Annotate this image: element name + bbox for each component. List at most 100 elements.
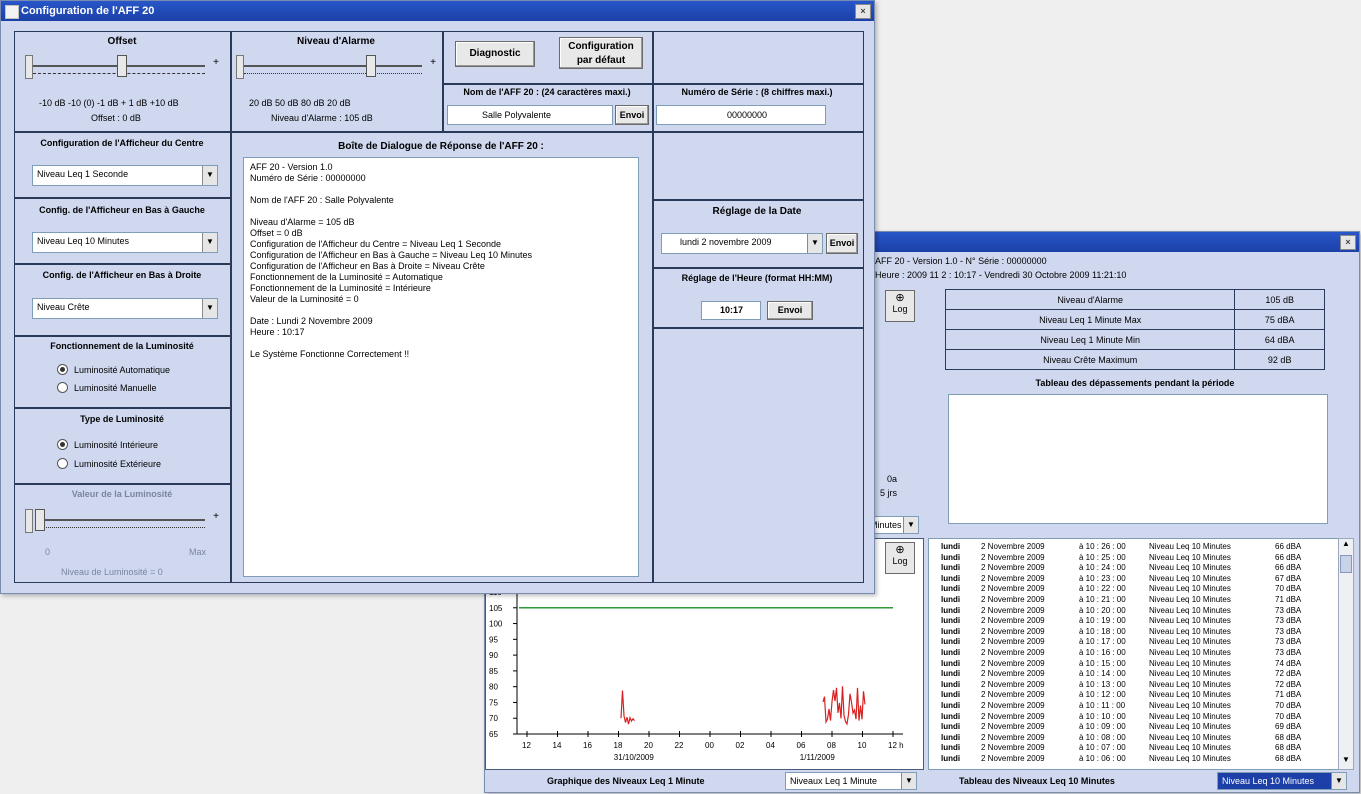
list-item[interactable]: lundi 2 Novembre 2009 à 10 : 21 : 00 Niveau… xyxy=(929,595,1339,606)
list-item[interactable]: lundi 2 Novembre 2009 à 10 : 20 : 00 Niveau… xyxy=(929,606,1339,617)
list-cell: lundi xyxy=(941,605,961,615)
scroll-down-icon[interactable]: ▼ xyxy=(1339,755,1353,769)
list-item[interactable]: lundi 2 Novembre 2009 à 10 : 26 : 00 Niveau… xyxy=(929,542,1339,553)
list-cell: 66 dBA xyxy=(1275,542,1302,551)
x-tick-label: 12 h xyxy=(888,741,904,750)
left-display-header: Config. de l'Afficheur en Bas à Gauche xyxy=(39,205,205,215)
list-cell: 2 Novembre 2009 xyxy=(981,732,1045,742)
slider-ticks xyxy=(35,527,205,530)
list-period-combo[interactable]: Niveau Leq 10 Minutes ▼ xyxy=(1217,772,1347,790)
list-cell: Niveau Leq 10 Minutes xyxy=(1149,700,1231,710)
list-item[interactable]: lundi 2 Novembre 2009 à 10 : 24 : 00 Niveau… xyxy=(929,563,1339,574)
list-cell: lundi xyxy=(941,616,961,626)
list-cell: à 10 : 10 : 00 xyxy=(1079,711,1126,721)
list-cell: 72 dBA xyxy=(1275,669,1302,679)
list-item[interactable]: lundi 2 Novembre 2009 à 10 : 07 : 00 Niveau… xyxy=(929,743,1339,754)
left-display-combo[interactable]: Niveau Leq 10 Minutes ▼ xyxy=(32,232,218,253)
offset-header: Offset xyxy=(107,36,137,47)
list-item[interactable]: lundi 2 Novembre 2009 à 10 : 16 : 00 Niveau… xyxy=(929,648,1339,659)
app-icon xyxy=(5,5,19,19)
list-item[interactable]: lundi 2 Novembre 2009 à 10 : 22 : 00 Niveau… xyxy=(929,584,1339,595)
dialog-line: Le Système Fonctionne Correctement !! xyxy=(250,349,410,359)
config-close-button[interactable]: × xyxy=(855,4,871,19)
list-item[interactable]: lundi 2 Novembre 2009 à 10 : 25 : 00 Niveau… xyxy=(929,553,1339,564)
scroll-up-icon[interactable]: ▲ xyxy=(1339,539,1353,553)
list-cell: 2 Novembre 2009 xyxy=(981,647,1045,657)
list-item[interactable]: lundi 2 Novembre 2009 à 10 : 23 : 00 Niveau… xyxy=(929,574,1339,585)
list-cell: 73 dBA xyxy=(1275,626,1302,636)
time-send-button[interactable]: Envoi xyxy=(767,301,813,320)
list-item[interactable]: lundi 2 Novembre 2009 à 10 : 17 : 00 Niveau… xyxy=(929,637,1339,648)
list-item[interactable]: lundi 2 Novembre 2009 à 10 : 09 : 00 Niveau… xyxy=(929,722,1339,733)
list-cell: à 10 : 06 : 00 xyxy=(1079,753,1126,763)
device-info-line: AFF 20 - Version 1.0 - N° Série : 000000… xyxy=(875,256,1047,266)
alarm-exceed-table xyxy=(948,394,1328,524)
upper-zoom-button[interactable]: ⊕ Log xyxy=(885,290,915,322)
list-item[interactable]: lundi 2 Novembre 2009 à 10 : 15 : 00 Niveau… xyxy=(929,659,1339,670)
scroll-thumb[interactable] xyxy=(1340,555,1352,573)
list-item[interactable]: lundi 2 Novembre 2009 à 10 : 10 : 00 Niveau… xyxy=(929,712,1339,723)
list-cell: à 10 : 26 : 00 xyxy=(1079,542,1126,551)
dialog-line: Numéro de Série : 00000000 xyxy=(250,173,366,183)
list-cell: 2 Novembre 2009 xyxy=(981,753,1045,763)
diagnostic-button[interactable]: Diagnostic xyxy=(455,41,535,67)
slider-thumb[interactable] xyxy=(366,55,376,77)
list-item[interactable]: lundi 2 Novembre 2009 à 10 : 08 : 00 Niveau… xyxy=(929,733,1339,744)
x-tick-label: 00 xyxy=(705,741,714,750)
dialog-response-box[interactable]: AFF 20 - Version 1.0 Numéro de Série : 00… xyxy=(243,157,639,577)
name-input[interactable]: Salle Polyvalente xyxy=(447,105,613,125)
list-item[interactable]: lundi 2 Novembre 2009 à 10 : 14 : 00 Niveau… xyxy=(929,669,1339,680)
x-tick-label: 06 xyxy=(797,741,806,750)
config-window: Configuration de l'AFF 20 × Offset + -10… xyxy=(0,0,875,594)
list-cell: lundi xyxy=(941,669,961,679)
center-display-combo[interactable]: Niveau Leq 1 Seconde ▼ xyxy=(32,165,218,186)
leq-10-minute-list[interactable]: lundi 2 Novembre 2009 à 10 : 26 : 00 Niveau… xyxy=(928,538,1340,770)
slider-left-end xyxy=(236,55,244,79)
lamp-manual-radio[interactable]: Luminosité Manuelle xyxy=(57,382,157,393)
date-picker[interactable]: lundi 2 novembre 2009 ▼ xyxy=(661,233,823,254)
lamp-exterior-radio[interactable]: Luminosité Extérieure xyxy=(57,458,161,469)
list-item[interactable]: lundi 2 Novembre 2009 à 10 : 06 : 00 Niveau… xyxy=(929,754,1339,765)
chart-period-combo[interactable]: Niveaux Leq 1 Minute ▼ xyxy=(785,772,917,790)
slider-left-end xyxy=(25,509,33,533)
slider-thumb[interactable] xyxy=(117,55,127,77)
list-cell: 2 Novembre 2009 xyxy=(981,743,1045,753)
x-tick-label: 04 xyxy=(766,741,775,750)
top-right-panel xyxy=(652,31,864,85)
list-cell: 2 Novembre 2009 xyxy=(981,542,1045,551)
plus-icon: + xyxy=(213,511,219,522)
slider-left-end xyxy=(25,55,33,79)
dialog-line: AFF 20 - Version 1.0 xyxy=(250,162,333,172)
list-cell: Niveau Leq 10 Minutes xyxy=(1149,542,1231,551)
lamp-interior-radio[interactable]: Luminosité Intérieure xyxy=(57,439,158,450)
list-cell: 2 Novembre 2009 xyxy=(981,679,1045,689)
date-send-button[interactable]: Envoi xyxy=(826,233,858,254)
time-input[interactable]: 10:17 xyxy=(701,301,761,320)
list-item[interactable]: lundi 2 Novembre 2009 à 10 : 13 : 00 Niveau… xyxy=(929,680,1339,691)
default-config-button[interactable]: Configuration par défaut xyxy=(559,37,643,69)
dialog-line: Configuration de l'Afficheur en Bas à Ga… xyxy=(250,250,532,260)
serial-input[interactable]: 00000000 xyxy=(656,105,826,125)
lamp-value-header: Valeur de la Luminosité xyxy=(71,489,173,499)
list-cell: à 10 : 25 : 00 xyxy=(1079,552,1126,562)
slider-ticks xyxy=(244,73,422,76)
lamp-auto-radio[interactable]: Luminosité Automatique xyxy=(57,364,170,375)
name-send-button[interactable]: Envoi xyxy=(615,105,649,125)
list-cell: lundi xyxy=(941,647,961,657)
offset-slider[interactable]: + xyxy=(25,53,219,83)
list-cell: 68 dBA xyxy=(1275,743,1302,753)
list-item[interactable]: lundi 2 Novembre 2009 à 10 : 19 : 00 Niveau… xyxy=(929,616,1339,627)
list-scrollbar[interactable]: ▲ ▼ xyxy=(1338,538,1354,770)
slider-thumb[interactable] xyxy=(35,509,45,531)
right-display-combo[interactable]: Niveau Crête ▼ xyxy=(32,298,218,319)
list-item[interactable]: lundi 2 Novembre 2009 à 10 : 12 : 00 Niveau… xyxy=(929,690,1339,701)
list-item[interactable]: lundi 2 Novembre 2009 à 10 : 18 : 00 Niveau… xyxy=(929,627,1339,638)
radio-checked-icon xyxy=(57,364,68,375)
list-item[interactable]: lundi 2 Novembre 2009 à 10 : 11 : 00 Niveau… xyxy=(929,701,1339,712)
monitor-close-button[interactable]: × xyxy=(1340,235,1356,250)
list-cell: à 10 : 21 : 00 xyxy=(1079,594,1126,604)
list-cell: à 10 : 09 : 00 xyxy=(1079,722,1126,732)
list-cell: 73 dBA xyxy=(1275,616,1302,626)
alarm-slider[interactable]: + xyxy=(236,53,436,83)
lamp-value-slider[interactable]: + xyxy=(25,507,219,537)
